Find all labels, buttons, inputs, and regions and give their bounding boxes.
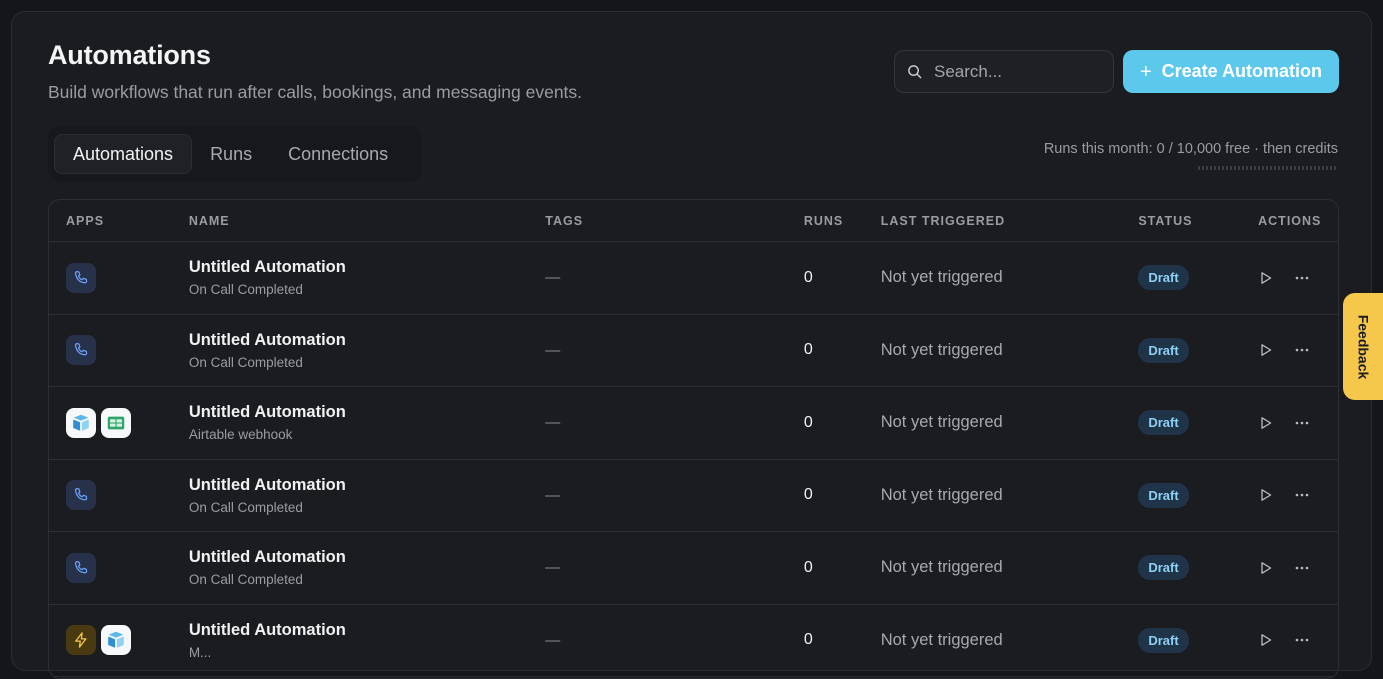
- airtable-icon: [66, 407, 96, 438]
- automations-panel: Automations Build workflows that run aft…: [11, 11, 1372, 679]
- runs-count: 0: [803, 558, 813, 576]
- more-icon[interactable]: [1294, 415, 1310, 431]
- more-icon[interactable]: [1294, 487, 1310, 503]
- table-row[interactable]: Untitled Automation Airtable webhook — 0…: [49, 387, 1338, 460]
- tags-cell: —: [545, 631, 561, 649]
- runs-count: 0: [803, 268, 813, 286]
- automation-trigger: On Call Completed: [188, 499, 303, 515]
- play-icon[interactable]: [1258, 342, 1274, 358]
- play-icon[interactable]: [1258, 632, 1274, 648]
- status-badge: Draft: [1138, 265, 1189, 291]
- column-header-last-triggered: LAST TRIGGERED: [880, 213, 1006, 228]
- tags-cell: —: [545, 341, 561, 359]
- page-subtitle: Build workflows that run after calls, bo…: [48, 82, 583, 102]
- usage-meter: [1198, 166, 1338, 170]
- column-header-actions: ACTIONS: [1258, 213, 1322, 228]
- apps-cell: [49, 335, 189, 366]
- usage-text: Runs this month: 0 / 10,000 free · then …: [1043, 141, 1338, 157]
- automation-name[interactable]: Untitled Automation: [189, 331, 545, 350]
- automation-name[interactable]: Untitled Automation: [189, 476, 545, 495]
- table-row[interactable]: Untitled Automation On Call Completed — …: [49, 315, 1338, 387]
- tags-cell: —: [545, 414, 561, 432]
- airtable-icon: [101, 625, 131, 656]
- last-triggered: Not yet triggered: [880, 485, 1003, 504]
- status-badge: Draft: [1138, 337, 1189, 363]
- create-automation-button[interactable]: + Create Automation: [1123, 50, 1339, 93]
- apps-cell: [49, 262, 189, 293]
- automation-trigger: On Call Completed: [188, 354, 303, 370]
- last-triggered: Not yet triggered: [880, 268, 1003, 287]
- automation-name[interactable]: Untitled Automation: [189, 258, 545, 277]
- tags-cell: —: [545, 486, 561, 504]
- runs-count: 0: [803, 413, 813, 431]
- tab-runs[interactable]: Runs: [192, 134, 270, 174]
- phone-icon: [66, 552, 96, 583]
- apps-cell: [49, 552, 189, 583]
- phone-icon: [66, 262, 96, 293]
- apps-cell: [49, 480, 189, 511]
- tab-bar: Automations Runs Connections: [48, 126, 421, 182]
- tab-connections[interactable]: Connections: [270, 134, 406, 174]
- automation-trigger: M...: [188, 644, 212, 660]
- sheets-icon: [101, 407, 131, 438]
- more-icon[interactable]: [1294, 342, 1310, 358]
- last-triggered: Not yet triggered: [880, 340, 1003, 359]
- table-row[interactable]: Untitled Automation On Call Completed — …: [49, 460, 1338, 532]
- more-icon[interactable]: [1294, 632, 1310, 648]
- status-badge: Draft: [1138, 410, 1189, 436]
- play-icon[interactable]: [1258, 270, 1274, 286]
- last-triggered: Not yet triggered: [880, 413, 1003, 432]
- more-icon[interactable]: [1294, 270, 1310, 286]
- create-automation-label: Create Automation: [1161, 61, 1323, 81]
- automation-name[interactable]: Untitled Automation: [189, 403, 545, 422]
- search-icon: [908, 65, 922, 79]
- column-header-name: NAME: [188, 213, 230, 228]
- table-row[interactable]: Untitled Automation On Call Completed — …: [49, 532, 1338, 605]
- tab-automations[interactable]: Automations: [54, 134, 193, 174]
- runs-count: 0: [803, 486, 813, 504]
- status-badge: Draft: [1138, 482, 1189, 508]
- column-header-tags: TAGS: [545, 213, 584, 228]
- automation-trigger: On Call Completed: [188, 282, 303, 298]
- plus-icon: +: [1139, 60, 1152, 83]
- automation-trigger: Airtable webhook: [188, 427, 293, 443]
- search-input[interactable]: [934, 61, 1094, 82]
- apps-cell: [49, 625, 189, 656]
- feedback-tab[interactable]: Feedback: [1343, 293, 1383, 400]
- tags-cell: —: [545, 269, 561, 287]
- apps-cell: [49, 407, 189, 438]
- phone-icon: [66, 335, 96, 366]
- feedback-label: Feedback: [1355, 314, 1371, 379]
- runs-count: 0: [803, 631, 813, 649]
- last-triggered: Not yet triggered: [880, 630, 1003, 649]
- status-badge: Draft: [1138, 555, 1189, 581]
- automation-trigger: On Call Completed: [188, 572, 303, 588]
- search-box[interactable]: [894, 50, 1114, 93]
- more-icon[interactable]: [1294, 560, 1310, 576]
- tags-cell: —: [545, 559, 561, 577]
- column-header-status: STATUS: [1138, 213, 1193, 228]
- play-icon[interactable]: [1258, 487, 1274, 503]
- table-header: APPS NAME TAGS RUNS LAST TRIGGERED STATU…: [49, 200, 1338, 242]
- table-row[interactable]: Untitled Automation On Call Completed — …: [49, 242, 1338, 315]
- table-row[interactable]: Untitled Automation M... — 0 Not yet tri…: [49, 605, 1338, 677]
- column-header-runs: RUNS: [803, 213, 844, 228]
- last-triggered: Not yet triggered: [880, 558, 1003, 577]
- automation-name[interactable]: Untitled Automation: [189, 548, 545, 567]
- play-icon[interactable]: [1258, 415, 1274, 431]
- automations-table: APPS NAME TAGS RUNS LAST TRIGGERED STATU…: [48, 199, 1339, 679]
- automation-name[interactable]: Untitled Automation: [189, 621, 545, 640]
- column-header-apps: APPS: [66, 213, 105, 228]
- phone-icon: [66, 480, 96, 511]
- play-icon[interactable]: [1258, 560, 1274, 576]
- page-title: Automations: [48, 40, 211, 70]
- bolt-icon: [66, 625, 96, 656]
- status-badge: Draft: [1138, 627, 1189, 653]
- runs-count: 0: [803, 341, 813, 359]
